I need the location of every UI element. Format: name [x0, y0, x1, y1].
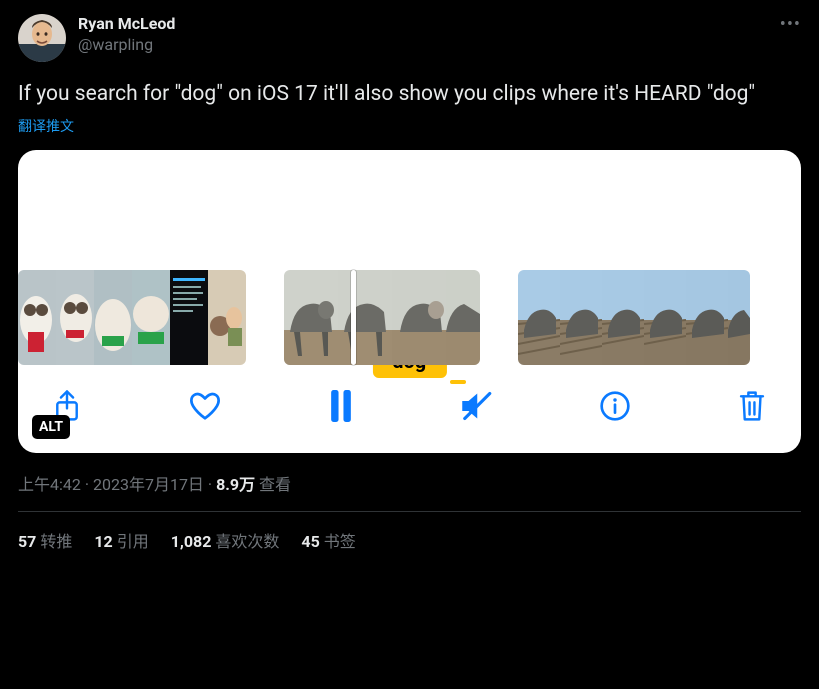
tweet-header: Ryan McLeod @warpling ••• — [18, 14, 801, 62]
playhead[interactable] — [351, 270, 356, 365]
translate-link[interactable]: 翻译推文 — [18, 116, 801, 136]
view-count: 8.9万 — [216, 475, 255, 494]
avatar[interactable] — [18, 14, 66, 62]
author-block: Ryan McLeod @warpling — [78, 14, 767, 55]
clip-group-1 — [18, 270, 246, 365]
quotes-stat[interactable]: 12引用 — [94, 528, 148, 552]
more-options-button[interactable]: ••• — [767, 14, 801, 34]
pause-icon[interactable] — [328, 390, 354, 426]
timestamp-date[interactable]: 2023年7月17日 — [93, 475, 204, 494]
view-label: 查看 — [259, 475, 291, 494]
info-icon[interactable] — [599, 390, 631, 426]
caption-marker — [450, 380, 466, 384]
media-card[interactable]: "dog" — [18, 150, 801, 453]
heart-icon[interactable] — [188, 391, 222, 425]
timestamp-time[interactable]: 上午4:42 — [18, 475, 81, 494]
mute-icon[interactable] — [459, 391, 493, 425]
tweet-text: If you search for "dog" on iOS 17 it'll … — [18, 80, 801, 108]
retweets-stat[interactable]: 57转推 — [18, 528, 72, 552]
author-name[interactable]: Ryan McLeod — [78, 14, 767, 34]
clip-group-2 — [284, 270, 480, 365]
media-toolbar — [18, 365, 801, 453]
video-scrubber[interactable] — [18, 270, 801, 365]
likes-stat[interactable]: 1,082喜欢次数 — [171, 528, 280, 552]
alt-badge[interactable]: ALT — [32, 415, 70, 439]
clip-group-3 — [518, 270, 750, 365]
bookmarks-stat[interactable]: 45书签 — [301, 528, 355, 552]
author-handle[interactable]: @warpling — [78, 35, 767, 55]
tweet-stats: 57转推 12引用 1,082喜欢次数 45书签 — [18, 512, 801, 568]
tweet-meta: 上午4:42 · 2023年7月17日 · 8.9万 查看 — [18, 471, 801, 512]
trash-icon[interactable] — [737, 389, 767, 427]
tweet: Ryan McLeod @warpling ••• If you search … — [0, 0, 819, 568]
